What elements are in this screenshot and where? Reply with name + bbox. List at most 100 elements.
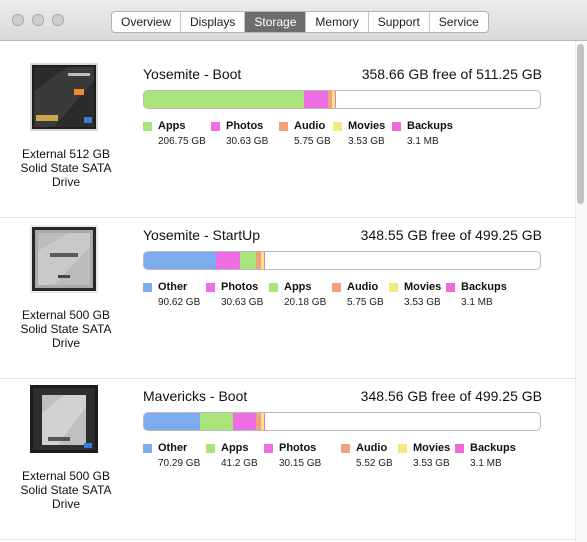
storage-list[interactable]: External 512 GB Solid State SATA Drive Y… bbox=[0, 41, 575, 542]
legend-swatch bbox=[143, 444, 152, 453]
legend-swatch bbox=[269, 283, 278, 292]
legend-swatch bbox=[206, 444, 215, 453]
legend-label: Movies bbox=[404, 281, 442, 293]
minimize-button[interactable] bbox=[32, 14, 44, 26]
bar-segment-other bbox=[144, 413, 200, 430]
bar-segment-photos bbox=[216, 252, 241, 269]
legend-value: 3.1 MB bbox=[470, 458, 502, 469]
tab-memory[interactable]: Memory bbox=[306, 12, 369, 32]
drive-caption-line: Drive bbox=[51, 497, 80, 511]
scrollbar-thumb[interactable] bbox=[577, 44, 584, 204]
tab-overview[interactable]: Overview bbox=[112, 12, 182, 32]
legend-label: Apps bbox=[221, 442, 249, 454]
legend-swatch bbox=[279, 122, 288, 131]
storage-bar bbox=[143, 251, 541, 270]
legend-value: 5.75 GB bbox=[294, 136, 331, 147]
drive-caption: External 512 GB Solid State SATA Drive bbox=[14, 147, 118, 189]
legend-label: Photos bbox=[226, 120, 264, 132]
legend-value: 5.52 GB bbox=[356, 458, 393, 469]
legend-value: 206.75 GB bbox=[158, 136, 206, 147]
legend-label: Other bbox=[158, 442, 188, 454]
legend-swatch bbox=[211, 122, 220, 131]
divider bbox=[0, 539, 575, 540]
legend-label: Audio bbox=[294, 120, 326, 132]
legend-swatch bbox=[392, 122, 401, 131]
legend-label: Backups bbox=[461, 281, 507, 293]
tab-storage[interactable]: Storage bbox=[245, 12, 307, 32]
drive-caption-line: Solid State SATA bbox=[20, 161, 112, 175]
legend-value: 3.1 MB bbox=[461, 297, 493, 308]
legend-label: Photos bbox=[221, 281, 259, 293]
legend-swatch bbox=[389, 283, 398, 292]
legend-value: 90.62 GB bbox=[158, 297, 201, 308]
legend-swatch bbox=[143, 283, 152, 292]
legend-swatch bbox=[206, 283, 215, 292]
samsung-840-evo-ssd-icon bbox=[30, 385, 98, 453]
bar-segment-backups bbox=[263, 252, 265, 269]
volume-free-space: 348.56 GB free of 499.25 GB bbox=[360, 388, 542, 404]
legend-label: Backups bbox=[470, 442, 516, 454]
tab-service[interactable]: Service bbox=[430, 12, 488, 32]
volume-free-space: 358.66 GB free of 511.25 GB bbox=[361, 66, 542, 82]
drive-caption-line: Drive bbox=[51, 175, 80, 189]
legend-value: 3.53 GB bbox=[348, 136, 385, 147]
legend-label: Photos bbox=[279, 442, 317, 454]
samsung-ssd-silver-icon bbox=[30, 225, 98, 293]
legend-swatch bbox=[455, 444, 464, 453]
legend-value: 5.75 GB bbox=[347, 297, 384, 308]
drive-row: External 512 GB Solid State SATA Drive Y… bbox=[0, 55, 575, 216]
legend-swatch bbox=[333, 122, 342, 131]
legend-value: 3.53 GB bbox=[404, 297, 441, 308]
legend-label: Movies bbox=[348, 120, 386, 132]
bar-segment-other bbox=[144, 252, 217, 269]
legend-swatch bbox=[341, 444, 350, 453]
bar-segment-photos bbox=[232, 413, 257, 430]
window-titlebar: Overview Displays Storage Memory Support… bbox=[0, 0, 587, 41]
legend-label: Apps bbox=[158, 120, 186, 132]
volume-free-space: 348.55 GB free of 499.25 GB bbox=[360, 227, 542, 243]
bar-segment-apps bbox=[240, 252, 257, 269]
legend-value: 3.1 MB bbox=[407, 136, 439, 147]
legend-label: Audio bbox=[347, 281, 379, 293]
drive-caption-line: External 500 GB bbox=[21, 308, 111, 322]
legend-swatch bbox=[398, 444, 407, 453]
drive-caption-line: Solid State SATA bbox=[20, 322, 112, 336]
legend-value: 20.18 GB bbox=[284, 297, 327, 308]
drive-row: External 500 GB Solid State SATA Drive M… bbox=[0, 377, 575, 538]
legend-swatch bbox=[332, 283, 341, 292]
legend-swatch bbox=[143, 122, 152, 131]
legend-label: Apps bbox=[284, 281, 312, 293]
legend-label: Movies bbox=[413, 442, 451, 454]
volume-name: Yosemite - Boot bbox=[143, 66, 242, 82]
drive-caption-line: Drive bbox=[51, 336, 80, 350]
legend-label: Backups bbox=[407, 120, 453, 132]
drive-row: External 500 GB Solid State SATA Drive Y… bbox=[0, 216, 575, 377]
tab-displays[interactable]: Displays bbox=[181, 12, 246, 32]
drive-caption: External 500 GB Solid State SATA Drive bbox=[14, 469, 118, 511]
drive-caption-line: Solid State SATA bbox=[20, 483, 112, 497]
volume-name: Mavericks - Boot bbox=[143, 388, 248, 404]
bar-segment-apps bbox=[144, 91, 304, 108]
storage-bar bbox=[143, 412, 541, 431]
storage-bar bbox=[143, 90, 541, 109]
tab-support[interactable]: Support bbox=[369, 12, 430, 32]
close-button[interactable] bbox=[12, 14, 24, 26]
bar-segment-backups bbox=[263, 413, 265, 430]
legend-value: 30.63 GB bbox=[226, 136, 269, 147]
samsung-ssd-black-icon bbox=[30, 63, 98, 131]
bar-segment-apps bbox=[199, 413, 233, 430]
drive-caption-line: External 500 GB bbox=[21, 469, 111, 483]
legend-value: 3.53 GB bbox=[413, 458, 450, 469]
legend-swatch bbox=[446, 283, 455, 292]
tab-bar: Overview Displays Storage Memory Support… bbox=[111, 11, 489, 33]
legend-value: 70.29 GB bbox=[158, 458, 201, 469]
bar-segment-photos bbox=[303, 91, 328, 108]
legend-value: 30.63 GB bbox=[221, 297, 264, 308]
zoom-button[interactable] bbox=[52, 14, 64, 26]
legend-value: 41.2 GB bbox=[221, 458, 258, 469]
legend-label: Other bbox=[158, 281, 188, 293]
drive-caption: External 500 GB Solid State SATA Drive bbox=[14, 308, 118, 350]
bar-segment-backups bbox=[334, 91, 336, 108]
legend-value: 30.15 GB bbox=[279, 458, 322, 469]
legend-label: Audio bbox=[356, 442, 388, 454]
